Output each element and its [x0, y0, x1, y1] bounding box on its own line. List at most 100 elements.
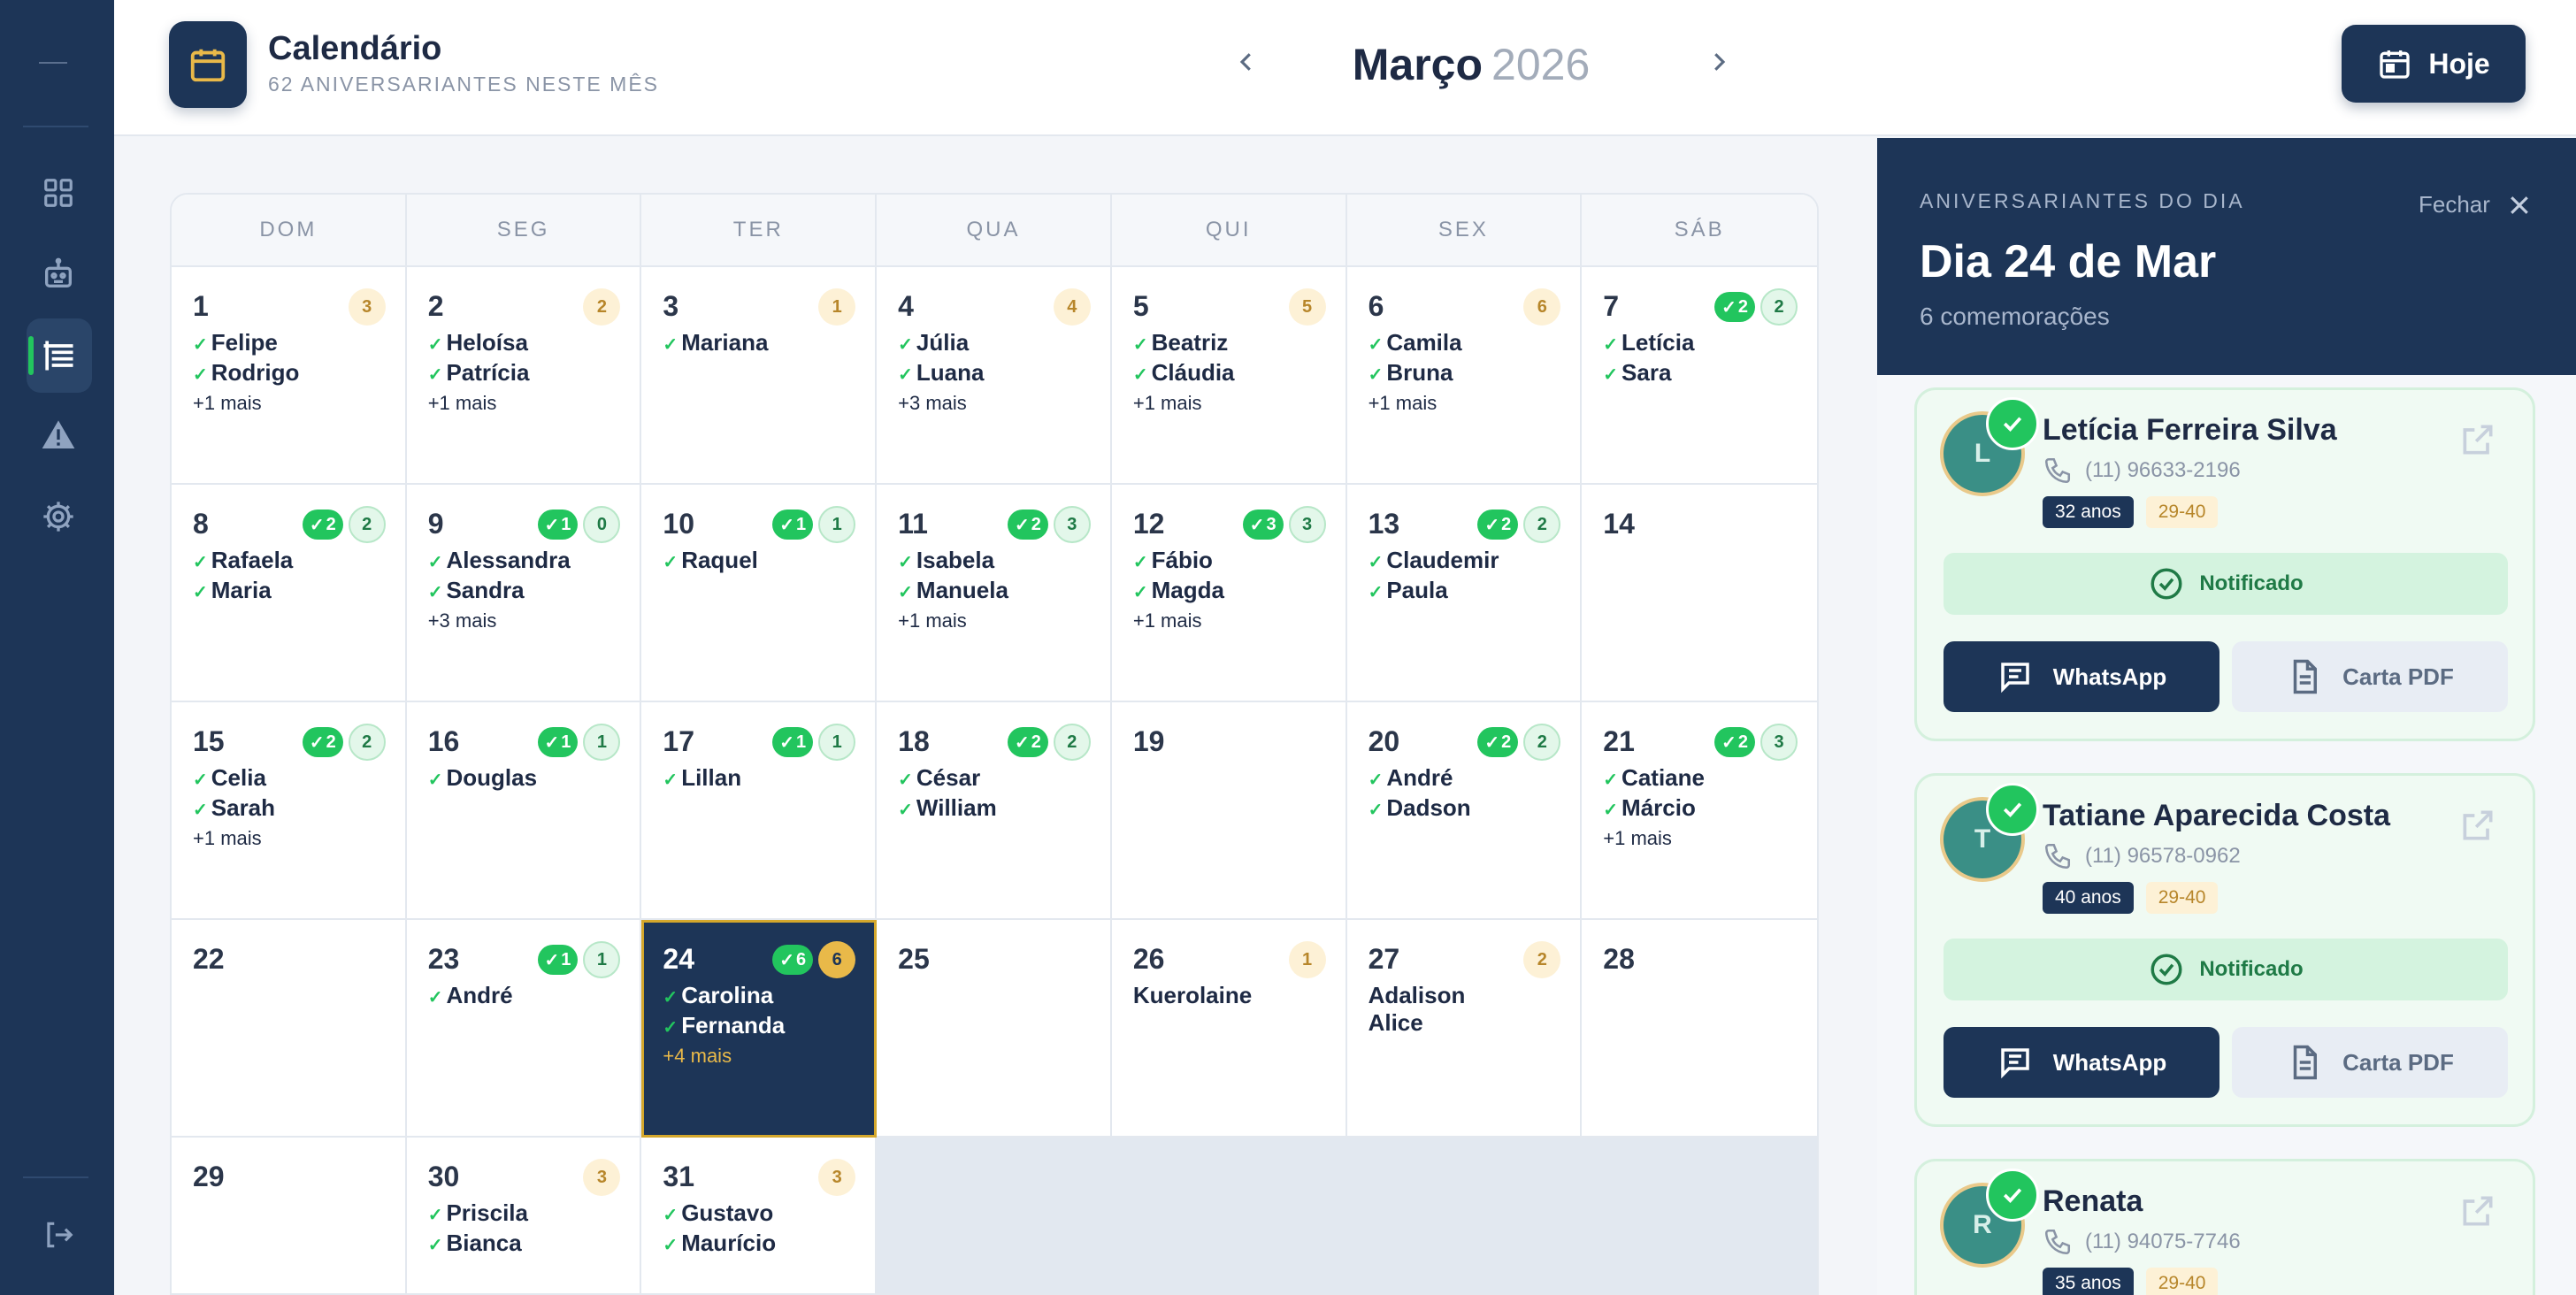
day-cell[interactable]: 5 5 ✓ Beatriz ✓ Cláudia +1 mais [1111, 267, 1347, 485]
day-cell[interactable]: 14 [1582, 485, 1817, 702]
more-birthdays[interactable]: +3 mais [898, 389, 1110, 418]
more-birthdays[interactable]: +1 mais [193, 824, 405, 853]
check-icon: ✓ [663, 335, 678, 355]
more-birthdays[interactable]: +3 mais [428, 607, 640, 635]
day-cell[interactable]: 1 3 ✓ Felipe ✓ Rodrigo +1 mais [172, 267, 407, 485]
sidebar-item-settings[interactable] [39, 497, 78, 536]
day-cell[interactable]: 20 ✓ 2 2 ✓ André ✓ Dadson [1346, 702, 1583, 920]
day-cell[interactable]: 8 ✓ 2 2 ✓ Rafaela ✓ Maria [172, 485, 407, 702]
day-cell[interactable]: 24 ✓ 6 6 ✓ Carolina ✓ Fernanda +4 mais [641, 920, 878, 1138]
sent-count: 1 [796, 732, 807, 752]
open-profile-button[interactable] [2458, 420, 2497, 464]
sent-count-badge: ✓ 1 [772, 727, 814, 757]
check-icon: ✓ [1603, 365, 1619, 385]
birthday-count-badge: 1 [818, 288, 856, 326]
open-profile-button[interactable] [2458, 1192, 2497, 1235]
birthday-names: Kuerolaine [1133, 982, 1346, 1009]
check-icon: ✓ [427, 365, 443, 385]
more-birthdays[interactable]: +1 mais [1133, 607, 1346, 635]
check-icon: ✓ [898, 583, 913, 602]
letter-pdf-button[interactable]: Carta PDF [2232, 641, 2508, 712]
birthday-names: ✓ Lillan [663, 764, 875, 794]
check-icon: ✓ [544, 515, 560, 535]
day-cell[interactable]: 3 1 ✓ Mariana [641, 267, 878, 485]
whatsapp-button[interactable]: WhatsApp [1944, 641, 2220, 712]
check-icon: ✓ [663, 1236, 678, 1255]
day-cell[interactable]: 9 ✓ 1 0 ✓ Alessandra ✓ Sandra +3 mais [406, 485, 642, 702]
day-number: 29 [193, 1161, 225, 1192]
day-cell[interactable]: 22 [172, 920, 407, 1138]
next-month-button[interactable] [1692, 35, 1745, 88]
sent-count: 3 [1266, 514, 1276, 534]
birthday-count-badge: 3 [1053, 506, 1091, 543]
day-cell[interactable]: 31 3 ✓ Gustavo ✓ Maurício [641, 1138, 878, 1293]
birthday-name: ✓ Douglas [427, 764, 538, 791]
logout-button[interactable] [39, 1215, 78, 1254]
sidebar-item-calendar[interactable] [39, 336, 78, 375]
letter-pdf-button[interactable]: Carta PDF [2232, 1027, 2508, 1098]
day-cell[interactable]: 25 [877, 920, 1112, 1138]
birthday-names: ✓ Camila ✓ Bruna +1 mais [1368, 329, 1581, 418]
phone-number: (11) 94075-7746 [2043, 1227, 2241, 1257]
more-birthdays[interactable]: +1 mais [1368, 389, 1581, 418]
birthday-names: Adalison Alice [1368, 982, 1581, 1037]
day-cell[interactable]: 18 ✓ 2 2 ✓ César ✓ William [877, 702, 1112, 920]
day-cell[interactable]: 28 [1582, 920, 1817, 1138]
sidebar-active-indicator [28, 336, 34, 375]
sidebar-item-dashboard[interactable] [39, 173, 78, 212]
day-cell[interactable]: 11 ✓ 2 3 ✓ Isabela ✓ Manuela +1 mais [877, 485, 1112, 702]
day-cell[interactable]: 12 ✓ 3 3 ✓ Fábio ✓ Magda +1 mais [1111, 485, 1347, 702]
external-link-icon [2463, 425, 2493, 455]
today-label: Hoje [2428, 47, 2490, 80]
more-birthdays[interactable]: +1 mais [193, 389, 405, 418]
birthday-name: ✓ Dadson [1368, 794, 1471, 821]
day-cell[interactable]: 2 2 ✓ Heloísa ✓ Patrícia +1 mais [406, 267, 642, 485]
sent-count-badge: ✓ 2 [1007, 510, 1048, 540]
day-cell[interactable]: 7 ✓ 2 2 ✓ Letícia ✓ Sara [1582, 267, 1817, 485]
check-icon: ✓ [193, 365, 208, 385]
day-cell[interactable]: 17 ✓ 1 1 ✓ Lillan [641, 702, 878, 920]
close-panel-button[interactable]: Fechar [2419, 191, 2533, 218]
birthday-name: Alice [1368, 1009, 1423, 1036]
day-cell[interactable]: 13 ✓ 2 2 ✓ Claudemir ✓ Paula [1346, 485, 1583, 702]
birthday-count-badge: 3 [818, 1159, 856, 1196]
phone-icon [2044, 1229, 2071, 1255]
birthday-names: ✓ Catiane ✓ Márcio +1 mais [1603, 764, 1817, 853]
calendar-list-icon [43, 341, 73, 371]
weekday-label: QUI [1112, 195, 1347, 265]
more-birthdays[interactable]: +1 mais [898, 607, 1110, 635]
day-cell[interactable]: 23 ✓ 1 1 ✓ André [406, 920, 642, 1138]
day-cell[interactable]: 6 6 ✓ Camila ✓ Bruna +1 mais [1346, 267, 1583, 485]
day-cell[interactable]: 30 3 ✓ Priscila ✓ Bianca [406, 1138, 642, 1293]
more-birthdays[interactable]: +1 mais [428, 389, 640, 418]
day-cell[interactable]: 21 ✓ 2 3 ✓ Catiane ✓ Márcio +1 mais [1582, 702, 1817, 920]
menu-collapse-line[interactable] [39, 62, 67, 64]
day-cell[interactable]: 26 1 Kuerolaine [1111, 920, 1347, 1138]
check-icon: ✓ [1721, 297, 1736, 318]
check-icon: ✓ [898, 770, 913, 790]
day-cell[interactable]: 27 2 Adalison Alice [1346, 920, 1583, 1138]
day-cell[interactable]: 19 [1111, 702, 1347, 920]
sidebar-item-alerts[interactable] [39, 416, 78, 455]
birthday-name: ✓ Isabela [898, 547, 995, 573]
check-icon: ✓ [663, 770, 678, 790]
sidebar-item-bot[interactable] [39, 255, 78, 294]
today-button[interactable]: Hoje [2342, 25, 2526, 103]
day-cell[interactable]: 29 [172, 1138, 407, 1293]
more-birthdays[interactable]: +1 mais [1603, 824, 1817, 853]
whatsapp-label: WhatsApp [2052, 663, 2167, 690]
open-profile-button[interactable] [2458, 806, 2497, 849]
day-cell[interactable]: 4 4 ✓ Júlia ✓ Luana +3 mais [877, 267, 1112, 485]
empty-day-cell [1111, 1138, 1347, 1293]
weekday-label: SÁB [1674, 218, 1725, 241]
day-badges: ✓ 1 1 [537, 941, 621, 978]
more-birthdays[interactable]: +1 mais [1133, 389, 1346, 418]
day-cell[interactable]: 15 ✓ 2 2 ✓ Celia ✓ Sarah +1 mais [172, 702, 407, 920]
birthday-name: ✓ Sandra [427, 577, 525, 603]
day-cell[interactable]: 10 ✓ 1 1 ✓ Raquel [641, 485, 878, 702]
more-birthdays[interactable]: +4 mais [663, 1042, 875, 1070]
birthday-names: ✓ Raquel [663, 547, 875, 577]
day-cell[interactable]: 16 ✓ 1 1 ✓ Douglas [406, 702, 642, 920]
whatsapp-button[interactable]: WhatsApp [1944, 1027, 2220, 1098]
check-icon: ✓ [309, 515, 325, 535]
